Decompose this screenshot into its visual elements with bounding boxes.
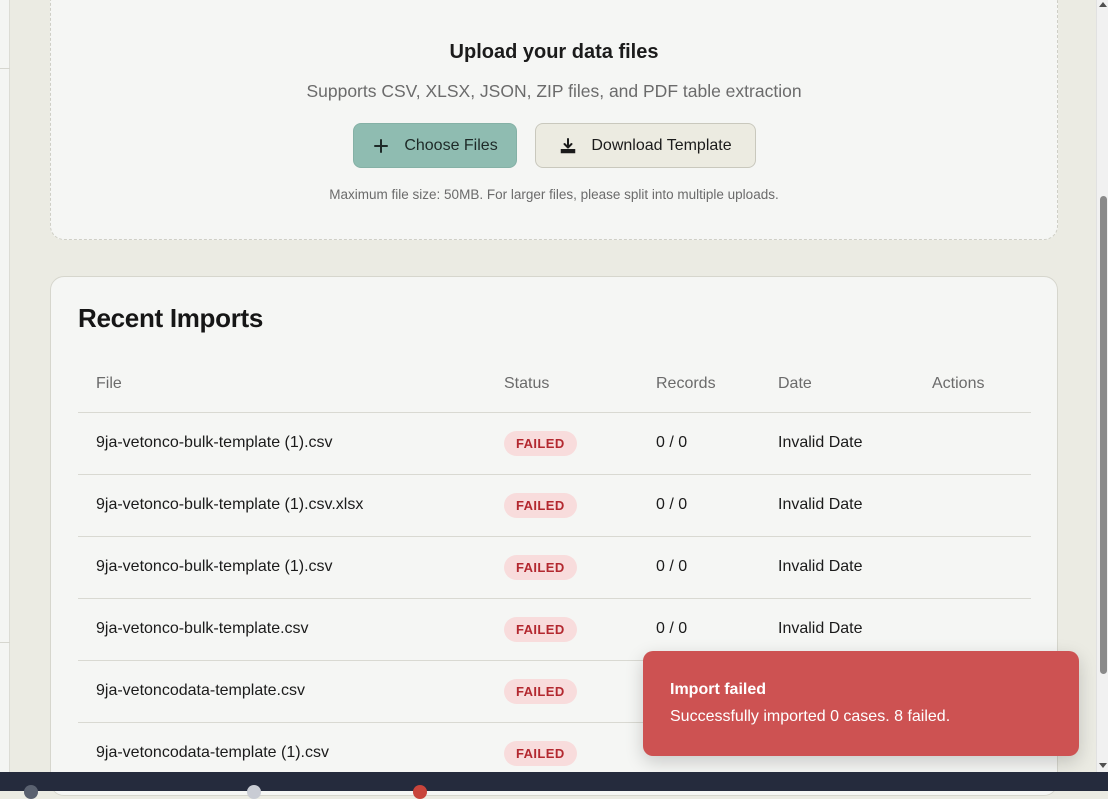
file-name: 9ja-vetoncodata-template.csv — [96, 682, 305, 699]
taskbar-app-icon[interactable] — [247, 785, 261, 799]
scrollbar-thumb[interactable] — [1100, 196, 1107, 674]
column-header-actions: Actions — [932, 375, 985, 392]
sidebar-divider — [0, 642, 10, 643]
download-template-button[interactable]: Download Template — [535, 123, 756, 168]
taskbar-app-icon[interactable] — [413, 785, 427, 799]
column-header-status[interactable]: Status — [504, 375, 549, 393]
status-badge: FAILED — [504, 555, 577, 580]
os-taskbar — [0, 772, 1108, 799]
choose-files-label: Choose Files — [404, 136, 498, 154]
upload-subtitle: Supports CSV, XLSX, JSON, ZIP files, and… — [306, 81, 802, 101]
status-cell: FAILED — [504, 679, 577, 704]
error-toast[interactable]: Import failed Successfully imported 0 ca… — [643, 651, 1079, 756]
column-header-date[interactable]: Date — [778, 375, 812, 393]
left-sidebar-edge — [0, 0, 10, 772]
column-header-records[interactable]: Records — [656, 375, 716, 393]
recent-imports-title: Recent Imports — [78, 303, 264, 333]
plus-icon — [372, 137, 390, 155]
scroll-down-icon[interactable] — [1099, 763, 1107, 768]
page-scrollbar[interactable] — [1096, 0, 1108, 772]
table-row[interactable]: 9ja-vetonco-bulk-template (1).csv FAILED… — [78, 413, 1031, 475]
download-icon — [559, 137, 577, 155]
records-count: 0 / 0 — [656, 620, 688, 637]
file-name: 9ja-vetonco-bulk-template (1).csv — [96, 434, 333, 451]
status-cell: FAILED — [504, 431, 577, 456]
upload-title: Upload your data files — [449, 41, 659, 63]
import-date: Invalid Date — [778, 496, 863, 513]
status-cell: FAILED — [504, 493, 577, 518]
file-name: 9ja-vetonco-bulk-template (1).csv.xlsx — [96, 496, 364, 513]
import-date: Invalid Date — [778, 558, 863, 575]
records-count: 0 / 0 — [656, 496, 688, 513]
column-header-file[interactable]: File — [96, 375, 122, 393]
records-count: 0 / 0 — [656, 558, 688, 575]
table-row[interactable]: 9ja-vetonco-bulk-template (1).csv FAILED… — [78, 537, 1031, 599]
taskbar-app-icon[interactable] — [24, 785, 38, 799]
choose-files-button[interactable]: Choose Files — [353, 123, 517, 168]
scroll-up-icon[interactable] — [1099, 2, 1107, 7]
records-count: 0 / 0 — [656, 434, 688, 451]
status-badge: FAILED — [504, 679, 577, 704]
status-badge: FAILED — [504, 493, 577, 518]
file-name: 9ja-vetoncodata-template (1).csv — [96, 744, 329, 761]
toast-message: Successfully imported 0 cases. 8 failed. — [670, 708, 951, 725]
upload-dropzone[interactable]: Upload your data files Supports CSV, XLS… — [50, 0, 1058, 240]
sidebar-divider — [0, 68, 10, 69]
table-row[interactable]: 9ja-vetonco-bulk-template (1).csv.xlsx F… — [78, 475, 1031, 537]
table-header: File Status Records Date Actions — [78, 351, 1031, 413]
download-template-label: Download Template — [591, 136, 732, 154]
file-name: 9ja-vetonco-bulk-template.csv — [96, 620, 309, 637]
status-cell: FAILED — [504, 555, 577, 580]
status-cell: FAILED — [504, 741, 577, 766]
status-cell: FAILED — [504, 617, 577, 642]
status-badge: FAILED — [504, 741, 577, 766]
import-date: Invalid Date — [778, 434, 863, 451]
file-name: 9ja-vetonco-bulk-template (1).csv — [96, 558, 333, 575]
import-date: Invalid Date — [778, 620, 863, 637]
file-size-note: Maximum file size: 50MB. For larger file… — [329, 187, 779, 202]
status-badge: FAILED — [504, 431, 577, 456]
toast-title: Import failed — [670, 681, 767, 698]
status-badge: FAILED — [504, 617, 577, 642]
